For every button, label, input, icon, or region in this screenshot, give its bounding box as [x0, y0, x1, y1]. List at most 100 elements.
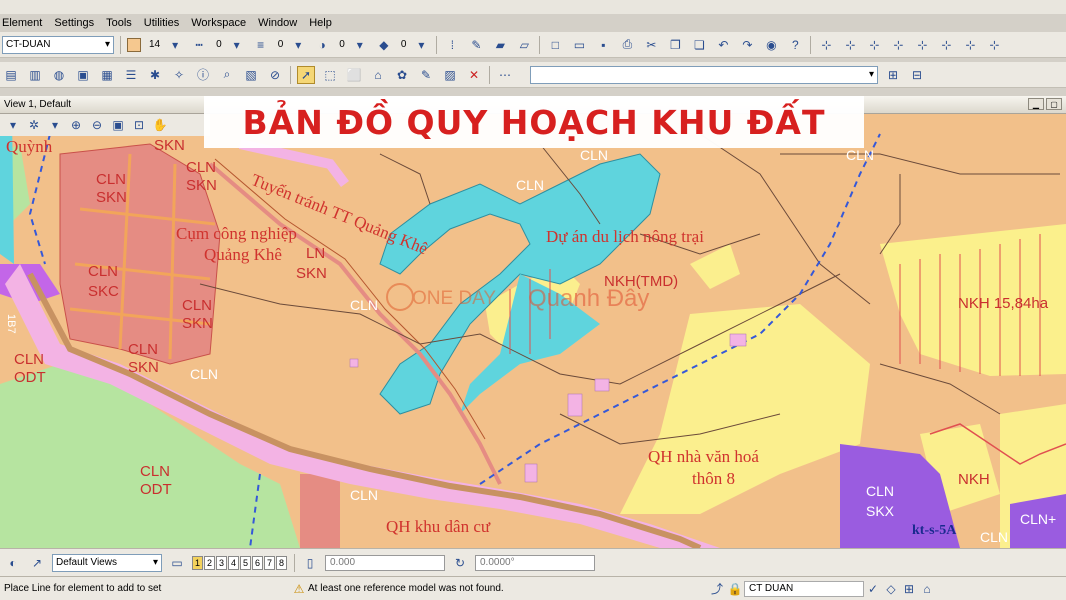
- chevron-down-icon[interactable]: ▾: [46, 116, 64, 134]
- pan-icon[interactable]: ✋: [151, 116, 169, 134]
- command-combo[interactable]: ▾: [530, 65, 878, 84]
- line-style-icon[interactable]: ┅: [190, 36, 208, 54]
- tool-icon[interactable]: ▨: [441, 66, 459, 84]
- box-icon[interactable]: ▯: [301, 554, 319, 572]
- view-page-1[interactable]: 1: [192, 555, 203, 570]
- view-page-6[interactable]: 6: [252, 555, 263, 570]
- help-icon[interactable]: ?: [786, 36, 804, 54]
- snap-icon[interactable]: ⊹: [961, 36, 979, 54]
- pencil-icon[interactable]: ✎: [467, 36, 485, 54]
- redo-icon[interactable]: ↷: [738, 36, 756, 54]
- tool-icon[interactable]: ▤: [2, 66, 20, 84]
- tool-icon[interactable]: ▣: [74, 66, 92, 84]
- snap-icon[interactable]: ⊹: [865, 36, 883, 54]
- tool-icon[interactable]: ▾: [4, 116, 22, 134]
- snap-icon[interactable]: ⊹: [937, 36, 955, 54]
- priority-icon[interactable]: ◆: [375, 36, 393, 54]
- menu-tools[interactable]: Tools: [106, 17, 132, 29]
- snap-icon[interactable]: ⊹: [841, 36, 859, 54]
- tool-icon[interactable]: ▧: [242, 66, 260, 84]
- tool-icon[interactable]: ▦: [98, 66, 116, 84]
- window-area-icon[interactable]: ▣: [109, 116, 127, 134]
- menu-settings[interactable]: Settings: [54, 17, 94, 29]
- chevron-down-icon[interactable]: ▾: [228, 36, 246, 54]
- undo-icon[interactable]: ↶: [714, 36, 732, 54]
- cursor-icon[interactable]: ↗: [28, 554, 46, 572]
- views-combo[interactable]: Default Views ▾: [52, 553, 162, 572]
- svg-text:CLN: CLN: [14, 351, 44, 368]
- maximize-icon[interactable]: ▢: [1046, 98, 1062, 110]
- rotate-icon[interactable]: ↻: [451, 554, 469, 572]
- tool-icon[interactable]: ✿: [393, 66, 411, 84]
- coordinate-field[interactable]: 0.000: [325, 554, 445, 571]
- tool-icon[interactable]: ⌂: [369, 66, 387, 84]
- tool-icon[interactable]: ☰: [122, 66, 140, 84]
- minimize-icon[interactable]: ▁: [1028, 98, 1044, 110]
- view-page-5[interactable]: 5: [240, 555, 251, 570]
- tool-icon[interactable]: ⬜: [345, 66, 363, 84]
- tool-icon[interactable]: ⊞: [884, 66, 902, 84]
- transparency-icon[interactable]: ◑: [313, 36, 331, 54]
- copy-icon[interactable]: ❐: [666, 36, 684, 54]
- print-icon[interactable]: ⎙: [618, 36, 636, 54]
- snap-mode-icon[interactable]: ⤴: [708, 580, 726, 598]
- chevron-down-icon[interactable]: ▾: [289, 36, 307, 54]
- level-combo[interactable]: CT-DUAN ▾: [2, 35, 114, 54]
- menu-window[interactable]: Window: [258, 17, 297, 29]
- info-icon[interactable]: ⓘ: [194, 66, 212, 84]
- zoom-in-icon[interactable]: ⊕: [67, 116, 85, 134]
- lock-icon[interactable]: 🔒: [726, 580, 744, 598]
- view-toggle-icon[interactable]: ◐: [4, 554, 22, 572]
- color-swatch[interactable]: [127, 37, 141, 52]
- menu-help[interactable]: Help: [309, 17, 332, 29]
- status-icon[interactable]: ⊞: [900, 580, 918, 598]
- chevron-down-icon[interactable]: ▾: [166, 36, 184, 54]
- view-page-7[interactable]: 7: [264, 555, 275, 570]
- save-icon[interactable]: ▪: [594, 36, 612, 54]
- pointer-icon[interactable]: ➚: [297, 65, 315, 84]
- view-page-8[interactable]: 8: [276, 555, 287, 570]
- tool-icon[interactable]: ⊟: [908, 66, 926, 84]
- menu-utilities[interactable]: Utilities: [144, 17, 179, 29]
- snap-icon[interactable]: ⊹: [889, 36, 907, 54]
- fit-view-icon[interactable]: ⊡: [130, 116, 148, 134]
- new-file-icon[interactable]: □: [546, 36, 564, 54]
- tool-icon[interactable]: ◍: [50, 66, 68, 84]
- tool-icon[interactable]: ⋯: [496, 66, 514, 84]
- tool-icon[interactable]: ⌕: [218, 66, 236, 84]
- select-box-icon[interactable]: ⬚: [321, 66, 339, 84]
- delete-icon[interactable]: ✕: [465, 66, 483, 84]
- map-canvas[interactable]: Quỳnh Tuyến tránh TT Quảng Khê Cụm công …: [0, 114, 1066, 548]
- snap-icon[interactable]: ⊹: [913, 36, 931, 54]
- chevron-down-icon[interactable]: ▾: [412, 36, 430, 54]
- snap-icon[interactable]: ⊹: [985, 36, 1003, 54]
- grid-icon[interactable]: ⁞: [443, 36, 461, 54]
- view-settings-icon[interactable]: ✲: [25, 116, 43, 134]
- view-page-4[interactable]: 4: [228, 555, 239, 570]
- status-icon[interactable]: ◇: [882, 580, 900, 598]
- menu-element[interactable]: Element: [2, 17, 42, 29]
- tool-icon[interactable]: ✎: [417, 66, 435, 84]
- status-icon[interactable]: ✓: [864, 580, 882, 598]
- view-page-2[interactable]: 2: [204, 555, 215, 570]
- line-weight-icon[interactable]: ≡: [252, 36, 270, 54]
- tool-icon[interactable]: ⊘: [266, 66, 284, 84]
- tool-icon[interactable]: ✱: [146, 66, 164, 84]
- view-layout-icon[interactable]: ▭: [168, 554, 186, 572]
- folder-icon[interactable]: ▰: [491, 36, 509, 54]
- zoom-out-icon[interactable]: ⊖: [88, 116, 106, 134]
- paste-icon[interactable]: ❏: [690, 36, 708, 54]
- angle-field[interactable]: 0.0000°: [475, 554, 595, 571]
- chevron-down-icon[interactable]: ▾: [351, 36, 369, 54]
- snap-icon[interactable]: ⊹: [817, 36, 835, 54]
- active-level-field[interactable]: CT DUAN: [744, 580, 864, 597]
- tool-icon[interactable]: ✧: [170, 66, 188, 84]
- home-icon[interactable]: ⌂: [918, 580, 936, 598]
- menu-workspace[interactable]: Workspace: [191, 17, 246, 29]
- tool-icon[interactable]: ▥: [26, 66, 44, 84]
- folder-open-icon[interactable]: ▱: [515, 36, 533, 54]
- cut-icon[interactable]: ✂: [642, 36, 660, 54]
- open-file-icon[interactable]: ▭: [570, 36, 588, 54]
- view-page-3[interactable]: 3: [216, 555, 227, 570]
- globe-icon[interactable]: ◉: [762, 36, 780, 54]
